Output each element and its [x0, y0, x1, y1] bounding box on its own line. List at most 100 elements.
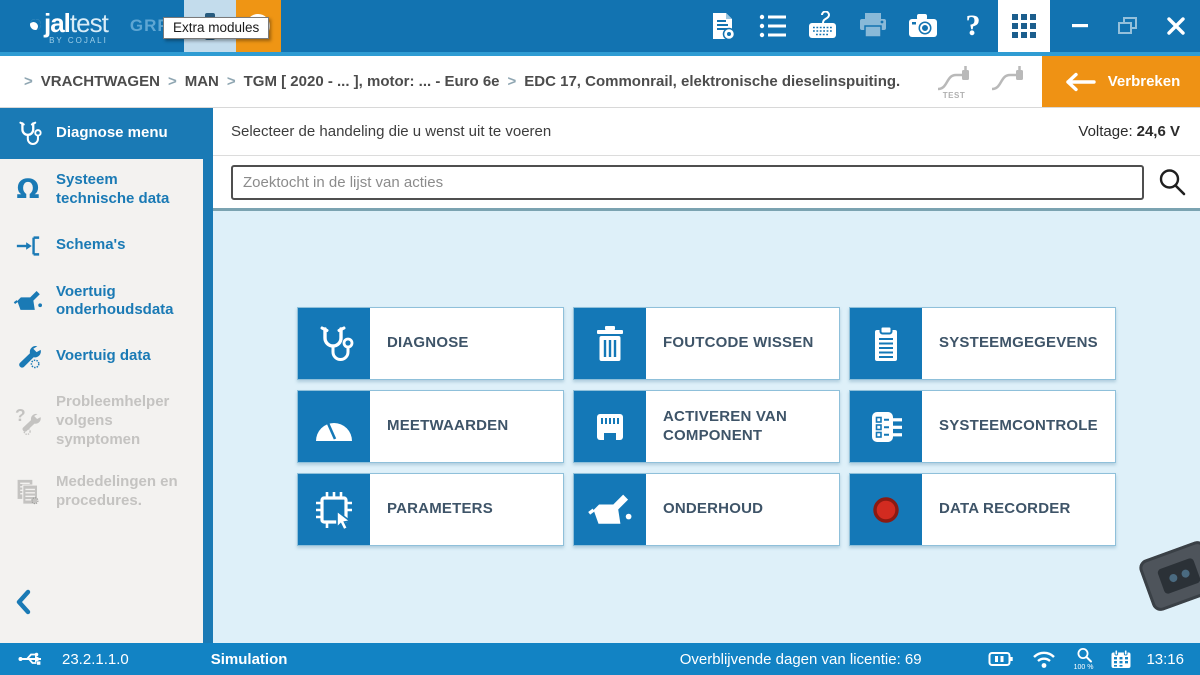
logo-byline: BY COJALI	[30, 36, 108, 45]
chevron-right-icon: >	[227, 73, 236, 90]
zoom-level-value: 100 %	[1074, 664, 1094, 671]
sidebar-item-label: Probleemhelper volgens symptomen	[56, 393, 193, 449]
gauge-icon	[298, 391, 370, 462]
zoom-level-icon[interactable]: 100 %	[1074, 647, 1094, 671]
license-days-label: Overblijvende dagen van licentie: 69	[680, 651, 922, 668]
action-button-foutcode-wissen[interactable]: FOUTCODE WISSEN	[573, 307, 840, 380]
report-icon[interactable]	[698, 0, 748, 52]
action-button-activeren-van-component[interactable]: ACTIVEREN VAN COMPONENT	[573, 390, 840, 463]
sidebar-divider-strip	[203, 108, 213, 643]
sidebar-item-diagnose-menu[interactable]: Diagnose menu	[0, 108, 213, 159]
chip-icon	[298, 474, 370, 545]
mode-label: Simulation	[211, 651, 288, 668]
jaltest-app-window: jaltest BY COJALI GRP ! Extra modules	[0, 0, 1200, 675]
oilcan-icon	[13, 289, 43, 313]
breadcrumb-item-model[interactable]: TGM [ 2020 - ... ], motor: ... - Euro 6e	[244, 73, 500, 90]
voltage-readout: Voltage: 24,6 V	[1078, 123, 1200, 140]
minimize-icon[interactable]	[1056, 0, 1104, 52]
action-label: FOUTCODE WISSEN	[646, 308, 839, 379]
action-button-diagnose[interactable]: DIAGNOSE	[297, 307, 564, 380]
page-title: Selecteer de handeling die u wenst uit t…	[213, 123, 551, 140]
connection-icon	[988, 63, 1028, 100]
symptom-helper-icon: ?	[13, 407, 43, 435]
list-icon[interactable]	[748, 0, 798, 52]
sidebar-item-label: Voertuig onderhoudsdata	[56, 283, 193, 321]
apps-grid-icon[interactable]	[998, 0, 1050, 52]
sidebar-item-label: Systeem technische data	[56, 171, 193, 209]
action-label: ACTIVEREN VAN COMPONENT	[646, 391, 839, 462]
disconnect-button[interactable]: Verbreken	[1042, 56, 1200, 107]
search-input[interactable]	[231, 165, 1144, 200]
main-header: Selecteer de handeling die u wenst uit t…	[213, 108, 1200, 156]
action-label: SYSTEEMCONTROLE	[922, 391, 1115, 462]
action-label: MEETWAARDEN	[370, 391, 563, 462]
connector-icon	[574, 391, 646, 462]
sidebar-item-label: Schema's	[56, 236, 125, 255]
action-label: ONDERHOUD	[646, 474, 839, 545]
sidebar-item-label: Voertuig data	[56, 347, 151, 366]
top-bar: jaltest BY COJALI GRP ! Extra modules	[0, 0, 1200, 52]
action-button-systeemcontrole[interactable]: SYSTEEMCONTROLE	[849, 390, 1116, 463]
usb-icon	[18, 650, 48, 668]
printer-icon	[848, 0, 898, 52]
device-thumbnail	[1137, 539, 1200, 614]
restore-icon[interactable]	[1104, 0, 1152, 52]
help-icon[interactable]: ?	[948, 0, 998, 52]
chevron-right-icon: >	[508, 73, 517, 90]
sidebar-item-label: Diagnose menu	[56, 124, 168, 143]
close-icon[interactable]	[1152, 0, 1200, 52]
record-icon	[850, 474, 922, 545]
action-button-data-recorder[interactable]: DATA RECORDER	[849, 473, 1116, 546]
wifi-icon	[1031, 649, 1057, 669]
sidebar-item-probleemhelper: ? Probleemhelper volgens symptomen	[0, 381, 203, 461]
wrench-icon	[13, 344, 43, 369]
action-label: PARAMETERS	[370, 474, 563, 545]
breadcrumb-item-make[interactable]: MAN	[185, 73, 219, 90]
sidebar: Diagnose menu Ω Systeem technische data …	[0, 108, 203, 643]
action-button-onderhoud[interactable]: ONDERHOUD	[573, 473, 840, 546]
breadcrumb-bar: > VRACHTWAGEN > MAN > TGM [ 2020 - ... ]…	[0, 56, 1200, 108]
battery-icon	[988, 649, 1014, 669]
logo-text-bold: jal	[44, 8, 70, 39]
logo-dot-icon	[30, 19, 41, 30]
trash-icon	[574, 308, 646, 379]
documents-icon	[13, 478, 43, 506]
action-label: SYSTEEMGEGEVENS	[922, 308, 1115, 379]
action-button-systeemgegevens[interactable]: SYSTEEMGEGEVENS	[849, 307, 1116, 380]
extra-modules-tooltip: Extra modules	[163, 17, 269, 39]
camera-icon[interactable]	[898, 0, 948, 52]
chevron-right-icon: >	[24, 73, 33, 90]
svg-text:?: ?	[15, 407, 26, 425]
clipboard-icon	[850, 308, 922, 379]
calendar-icon[interactable]	[1110, 649, 1132, 669]
arrow-left-icon	[1062, 72, 1096, 92]
sidebar-item-schemas[interactable]: Schema's	[0, 221, 203, 271]
logo-text-light: test	[70, 8, 108, 39]
voltage-value: 24,6 V	[1137, 123, 1180, 140]
keyboard-icon[interactable]	[798, 0, 848, 52]
sidebar-item-systeem-technische-data[interactable]: Ω Systeem technische data	[0, 159, 203, 221]
sidebar-item-mededelingen: Mededelingen en procedures.	[0, 461, 203, 523]
sidebar-item-voertuig-onderhoudsdata[interactable]: Voertuig onderhoudsdata	[0, 271, 203, 333]
stethoscope-icon	[13, 120, 43, 147]
breadcrumb-item-vehicle-type[interactable]: VRACHTWAGEN	[41, 73, 160, 90]
status-bar: 23.2.1.1.0 Simulation Overblijvende dage…	[0, 643, 1200, 675]
action-zone: DIAGNOSE FOUTCODE WISSEN	[213, 211, 1200, 643]
chevron-right-icon: >	[168, 73, 177, 90]
action-button-meetwaarden[interactable]: MEETWAARDEN	[297, 390, 564, 463]
action-button-parameters[interactable]: PARAMETERS	[297, 473, 564, 546]
voltage-label: Voltage:	[1078, 123, 1132, 140]
disconnect-label: Verbreken	[1108, 73, 1181, 90]
search-row	[213, 156, 1200, 208]
omega-icon: Ω	[13, 176, 43, 203]
stethoscope-icon	[298, 308, 370, 379]
sidebar-collapse-button[interactable]	[14, 589, 32, 615]
sidebar-item-voertuig-data[interactable]: Voertuig data	[0, 332, 203, 381]
breadcrumb-item-system[interactable]: EDC 17, Commonrail, elektronische diesel…	[524, 73, 900, 90]
search-icon[interactable]	[1144, 167, 1200, 197]
test-connection-icon: TEST	[934, 63, 974, 100]
checklist-icon	[850, 391, 922, 462]
oilcan-icon	[574, 474, 646, 545]
action-label: DIAGNOSE	[370, 308, 563, 379]
action-label: DATA RECORDER	[922, 474, 1115, 545]
